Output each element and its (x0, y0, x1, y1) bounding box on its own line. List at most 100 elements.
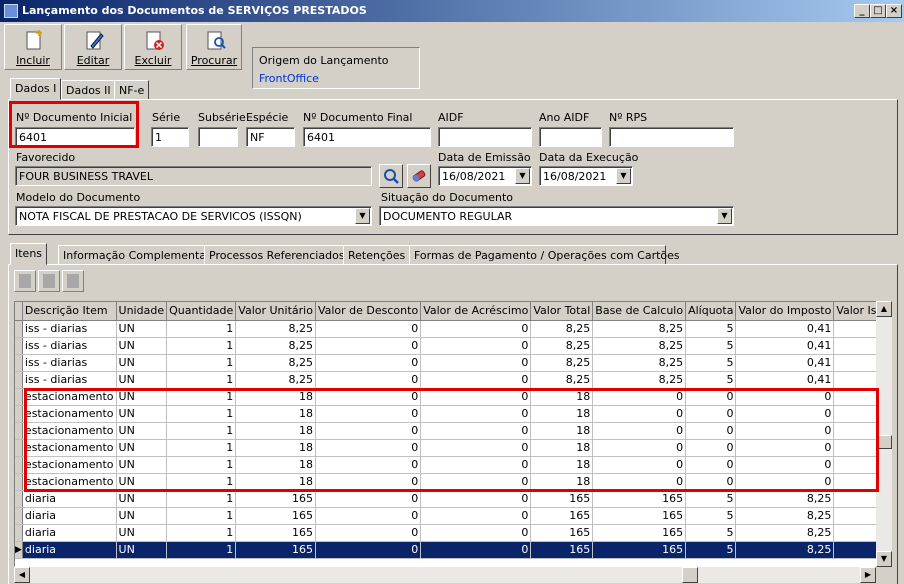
favorecido-field[interactable]: FOUR BUSINESS TRAVEL (15, 166, 372, 186)
table-cell[interactable]: 0 (735, 388, 835, 406)
execucao-date-picker[interactable]: 16/08/2021 ▼ (539, 166, 633, 186)
table-cell[interactable]: iss - diarias (22, 354, 117, 372)
table-cell[interactable]: iss - diarias (22, 371, 117, 389)
situacao-dropdown-icon[interactable]: ▼ (717, 208, 732, 224)
table-cell[interactable]: 0 (735, 439, 835, 457)
row-indicator[interactable] (15, 371, 23, 389)
table-cell[interactable]: 0,41 (735, 371, 835, 389)
col-valor-total[interactable]: Valor Total (530, 302, 594, 321)
tab-itens[interactable]: Itens (10, 243, 48, 265)
table-cell[interactable]: estacionamento (22, 422, 117, 440)
table-cell[interactable]: 0 (420, 371, 532, 389)
table-cell[interactable]: UN (116, 473, 168, 491)
table-cell[interactable]: 165 (530, 490, 594, 508)
table-cell[interactable]: 0 (315, 337, 422, 355)
table-cell[interactable]: UN (116, 354, 168, 372)
table-cell[interactable]: 5 (685, 490, 737, 508)
table-cell[interactable]: 0 (420, 422, 532, 440)
table-cell[interactable]: 8,25 (530, 337, 594, 355)
col-valor-imposto[interactable]: Valor do Imposto (735, 302, 835, 321)
col-aliquota[interactable]: Alíquota (685, 302, 737, 321)
table-cell[interactable]: 8,25 (530, 371, 594, 389)
doc-inicial-input[interactable]: 6401 (15, 127, 135, 147)
tab-formas-pagamento[interactable]: Formas de Pagamento / Operações com Cart… (409, 245, 680, 265)
scroll-up-icon[interactable]: ▲ (876, 301, 892, 317)
table-cell[interactable]: 0 (685, 422, 737, 440)
emissao-dropdown-icon[interactable]: ▼ (515, 168, 530, 184)
table-cell[interactable]: 0 (420, 456, 532, 474)
table-cell[interactable]: UN (116, 541, 168, 559)
table-cell[interactable]: 8,25 (592, 320, 687, 338)
table-cell[interactable]: 0 (735, 456, 835, 474)
table-cell[interactable]: 1 (166, 337, 237, 355)
table-cell[interactable]: 165 (235, 524, 316, 542)
procurar-button[interactable]: Procurar (186, 24, 242, 70)
table-cell[interactable]: 8,25 (735, 507, 835, 525)
table-cell[interactable]: 18 (530, 405, 594, 423)
table-cell[interactable]: iss - diarias (22, 320, 117, 338)
table-cell[interactable]: 165 (530, 507, 594, 525)
table-cell[interactable]: 5 (685, 524, 737, 542)
row-indicator[interactable] (15, 422, 23, 440)
modelo-dropdown-icon[interactable]: ▼ (355, 208, 370, 224)
table-cell[interactable]: 0 (315, 507, 422, 525)
tab-retencoes[interactable]: Retenções (343, 245, 411, 265)
table-cell[interactable]: UN (116, 337, 168, 355)
scroll-left-icon[interactable]: ◀ (14, 567, 30, 583)
close-button[interactable]: × (886, 4, 902, 18)
table-cell[interactable]: 0 (315, 388, 422, 406)
table-row[interactable]: iss - diariasUN18,25008,258,2550,410 (15, 320, 889, 338)
table-row[interactable]: iss - diariasUN18,25008,258,2550,410 (15, 371, 889, 389)
table-cell[interactable]: estacionamento (22, 439, 117, 457)
table-cell[interactable]: 18 (530, 388, 594, 406)
table-cell[interactable]: 0 (420, 507, 532, 525)
grid-edit-button[interactable] (38, 270, 60, 292)
table-cell[interactable]: 8,25 (592, 337, 687, 355)
table-row[interactable]: iss - diariasUN18,25008,258,2550,410 (15, 354, 889, 372)
table-cell[interactable]: UN (116, 388, 168, 406)
table-cell[interactable]: 165 (530, 524, 594, 542)
serie-input[interactable]: 1 (151, 127, 189, 147)
row-indicator[interactable] (15, 524, 23, 542)
row-indicator[interactable] (15, 490, 23, 508)
table-cell[interactable]: UN (116, 456, 168, 474)
table-cell[interactable]: 165 (592, 524, 687, 542)
table-cell[interactable]: 0 (315, 490, 422, 508)
table-cell[interactable]: UN (116, 320, 168, 338)
table-row[interactable]: estacionamentoUN118001800018 (15, 473, 889, 491)
table-cell[interactable]: 1 (166, 541, 237, 559)
col-descricao[interactable]: Descrição Item (22, 302, 117, 321)
items-grid[interactable]: Descrição Item Unidade Quantidade Valor … (14, 301, 890, 567)
table-cell[interactable]: 165 (235, 490, 316, 508)
table-cell[interactable]: 0 (735, 422, 835, 440)
col-base-calculo[interactable]: Base de Calculo (592, 302, 687, 321)
table-cell[interactable]: 0 (685, 473, 737, 491)
horizontal-scrollbar[interactable]: ◀ ▶ (14, 567, 876, 583)
table-row[interactable]: estacionamentoUN118001800018 (15, 456, 889, 474)
table-cell[interactable]: 0 (685, 388, 737, 406)
table-cell[interactable]: iss - diarias (22, 337, 117, 355)
table-cell[interactable]: 1 (166, 405, 237, 423)
table-cell[interactable]: 5 (685, 320, 737, 338)
table-cell[interactable]: 5 (685, 371, 737, 389)
table-cell[interactable]: 8,25 (530, 354, 594, 372)
table-cell[interactable]: 1 (166, 456, 237, 474)
col-valor-desconto[interactable]: Valor de Desconto (315, 302, 422, 321)
table-cell[interactable]: diaria (22, 524, 117, 542)
table-cell[interactable]: 1 (166, 524, 237, 542)
table-cell[interactable]: 0 (420, 524, 532, 542)
table-cell[interactable]: 8,25 (592, 354, 687, 372)
table-cell[interactable]: 0 (315, 473, 422, 491)
table-cell[interactable]: 8,25 (530, 320, 594, 338)
situacao-select[interactable]: DOCUMENTO REGULAR ▼ (379, 206, 734, 226)
table-cell[interactable]: 0 (420, 337, 532, 355)
table-cell[interactable]: UN (116, 490, 168, 508)
modelo-select[interactable]: NOTA FISCAL DE PRESTACAO DE SERVICOS (IS… (15, 206, 372, 226)
tab-nfe[interactable]: NF-e (114, 80, 150, 100)
ano-aidf-input[interactable] (539, 127, 602, 147)
row-indicator[interactable] (15, 388, 23, 406)
vertical-scrollbar[interactable]: ▲ ▼ (876, 301, 892, 567)
table-cell[interactable]: 0 (735, 405, 835, 423)
table-cell[interactable]: 0 (315, 541, 422, 559)
table-cell[interactable]: UN (116, 422, 168, 440)
